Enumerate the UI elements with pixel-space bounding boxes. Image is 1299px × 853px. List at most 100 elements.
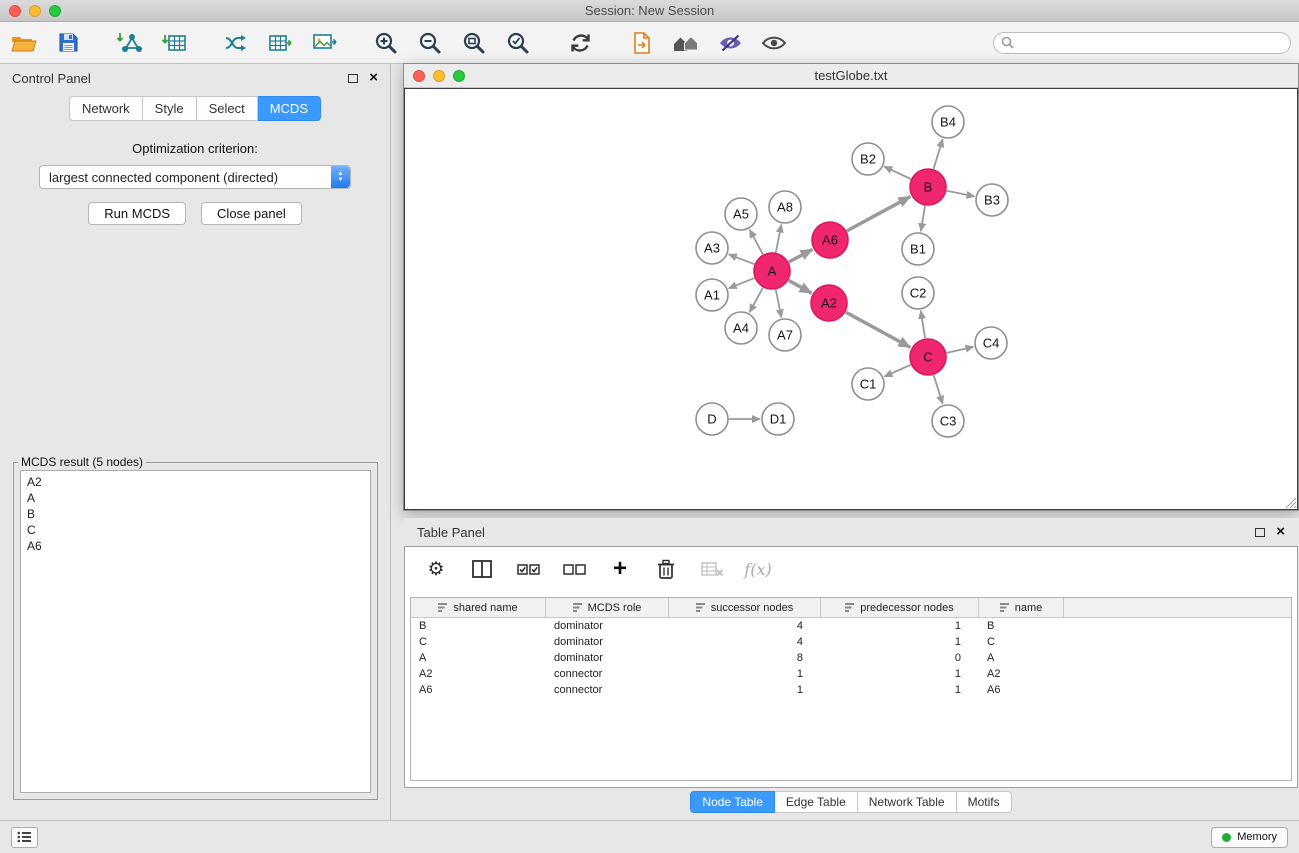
graph-node-D1[interactable]: D1 [762, 403, 794, 435]
column-header-name[interactable]: name [979, 598, 1064, 617]
graph-node-B1[interactable]: B1 [902, 233, 934, 265]
graph-edge-A-A7[interactable] [776, 290, 782, 318]
network-close-button[interactable] [413, 70, 425, 82]
new-table-button[interactable] [264, 27, 296, 59]
graph-node-B2[interactable]: B2 [852, 143, 884, 175]
import-table-button[interactable] [158, 27, 190, 59]
network-window-titlebar[interactable]: testGlobe.txt [404, 64, 1298, 88]
minimize-window-button[interactable] [29, 5, 41, 17]
function-builder-button[interactable]: f(x) [745, 556, 771, 582]
table-close-icon[interactable]: × [1276, 527, 1285, 537]
close-panel-icon[interactable]: × [369, 73, 378, 83]
graph-edge-C-C4[interactable] [947, 347, 974, 353]
search-box[interactable] [993, 32, 1291, 54]
graph-edge-C-C2[interactable] [921, 311, 925, 338]
network-minimize-button[interactable] [433, 70, 445, 82]
delete-button[interactable] [653, 556, 679, 582]
save-session-button[interactable] [52, 27, 84, 59]
search-input[interactable] [1019, 36, 1283, 50]
column-header-successor-nodes[interactable]: successor nodes [669, 598, 821, 617]
graph-edge-B-B1[interactable] [921, 206, 925, 231]
open-session-button[interactable] [8, 27, 40, 59]
graph-edge-A-A3[interactable] [729, 254, 755, 264]
tab-edge-table[interactable]: Edge Table [775, 791, 858, 813]
network-zoom-button[interactable] [453, 70, 465, 82]
add-row-button[interactable]: + [607, 556, 633, 582]
optimization-criterion-dropdown[interactable]: largest connected component (directed) ▲… [39, 165, 351, 189]
show-graphics-button[interactable] [758, 27, 790, 59]
session-file-button[interactable] [626, 27, 658, 59]
column-header-predecessor-nodes[interactable]: predecessor nodes [821, 598, 979, 617]
graph-node-A8[interactable]: A8 [769, 191, 801, 223]
export-image-button[interactable] [308, 27, 340, 59]
import-network-button[interactable] [114, 27, 146, 59]
column-header-shared-name[interactable]: shared name [411, 598, 546, 617]
table-row[interactable]: Bdominator41B [411, 618, 1291, 634]
graph-node-B4[interactable]: B4 [932, 106, 964, 138]
graph-edge-B-B4[interactable] [934, 139, 943, 169]
table-row[interactable]: A6connector11A6 [411, 682, 1291, 698]
tab-motifs[interactable]: Motifs [957, 791, 1012, 813]
graph-node-C3[interactable]: C3 [932, 405, 964, 437]
zoom-window-button[interactable] [49, 5, 61, 17]
undock-panel-icon[interactable] [348, 74, 358, 83]
select-all-button[interactable] [515, 556, 541, 582]
graph-edge-A-A1[interactable] [729, 278, 755, 288]
tab-mcds[interactable]: MCDS [258, 96, 321, 121]
memory-button[interactable]: Memory [1211, 827, 1288, 848]
table-row[interactable]: Cdominator41C [411, 634, 1291, 650]
graph-node-C1[interactable]: C1 [852, 368, 884, 400]
close-window-button[interactable] [9, 5, 21, 17]
tab-network-table[interactable]: Network Table [858, 791, 957, 813]
graph-edge-A-A6[interactable] [789, 249, 813, 262]
new-network-button[interactable] [220, 27, 252, 59]
run-mcds-button[interactable]: Run MCDS [88, 202, 186, 225]
graph-edge-A-A4[interactable] [750, 288, 763, 313]
graph-node-C2[interactable]: C2 [902, 277, 934, 309]
graph-node-A1[interactable]: A1 [696, 279, 728, 311]
network-canvas[interactable]: B4B2BB3A5A8A6B1A3AC2A1A2A4A7C4CC1C3DD1 [404, 88, 1298, 510]
graph-node-A3[interactable]: A3 [696, 232, 728, 264]
zoom-out-button[interactable] [414, 27, 446, 59]
graph-node-A4[interactable]: A4 [725, 312, 757, 344]
show-columns-button[interactable] [469, 556, 495, 582]
tab-network[interactable]: Network [69, 96, 143, 121]
graph-node-A5[interactable]: A5 [725, 198, 757, 230]
tab-select[interactable]: Select [197, 96, 258, 121]
mcds-result-list[interactable]: A2ABCA6 [20, 470, 371, 793]
graph-edge-A6-B[interactable] [847, 197, 911, 232]
graph-edge-B-B2[interactable] [884, 167, 911, 179]
graph-edge-C-C1[interactable] [884, 365, 910, 377]
table-row[interactable]: A2connector11A2 [411, 666, 1291, 682]
resize-grip[interactable] [1285, 497, 1297, 509]
graph-node-A7[interactable]: A7 [769, 319, 801, 351]
graph-edge-A-A8[interactable] [776, 225, 782, 253]
refresh-layout-button[interactable] [564, 27, 596, 59]
graph-node-C[interactable]: C [910, 339, 946, 375]
task-history-button[interactable] [11, 827, 38, 848]
graph-node-B3[interactable]: B3 [976, 184, 1008, 216]
tab-node-table[interactable]: Node Table [690, 791, 775, 813]
graph-node-A6[interactable]: A6 [812, 222, 848, 258]
column-header-mcds-role[interactable]: MCDS role [546, 598, 669, 617]
graph-node-A[interactable]: A [754, 253, 790, 289]
graph-edge-B-B3[interactable] [947, 191, 975, 197]
zoom-in-button[interactable] [370, 27, 402, 59]
graph-edge-A-A2[interactable] [789, 280, 812, 293]
graph-edge-A2-C[interactable] [846, 312, 911, 347]
table-settings-button[interactable]: ⚙ [423, 556, 449, 582]
graph-edge-A-A5[interactable] [750, 230, 763, 255]
tab-style[interactable]: Style [143, 96, 197, 121]
home-button[interactable] [670, 27, 702, 59]
graph-node-A2[interactable]: A2 [811, 285, 847, 321]
graph-node-C4[interactable]: C4 [975, 327, 1007, 359]
zoom-fit-button[interactable] [458, 27, 490, 59]
network-graph[interactable]: B4B2BB3A5A8A6B1A3AC2A1A2A4A7C4CC1C3DD1 [405, 89, 1299, 510]
hide-graphics-button[interactable] [714, 27, 746, 59]
graph-edge-C-C3[interactable] [934, 375, 943, 404]
table-row[interactable]: Adominator80A [411, 650, 1291, 666]
clear-table-button[interactable] [699, 556, 725, 582]
graph-node-D[interactable]: D [696, 403, 728, 435]
table-undock-icon[interactable] [1255, 528, 1265, 537]
deselect-all-button[interactable] [561, 556, 587, 582]
